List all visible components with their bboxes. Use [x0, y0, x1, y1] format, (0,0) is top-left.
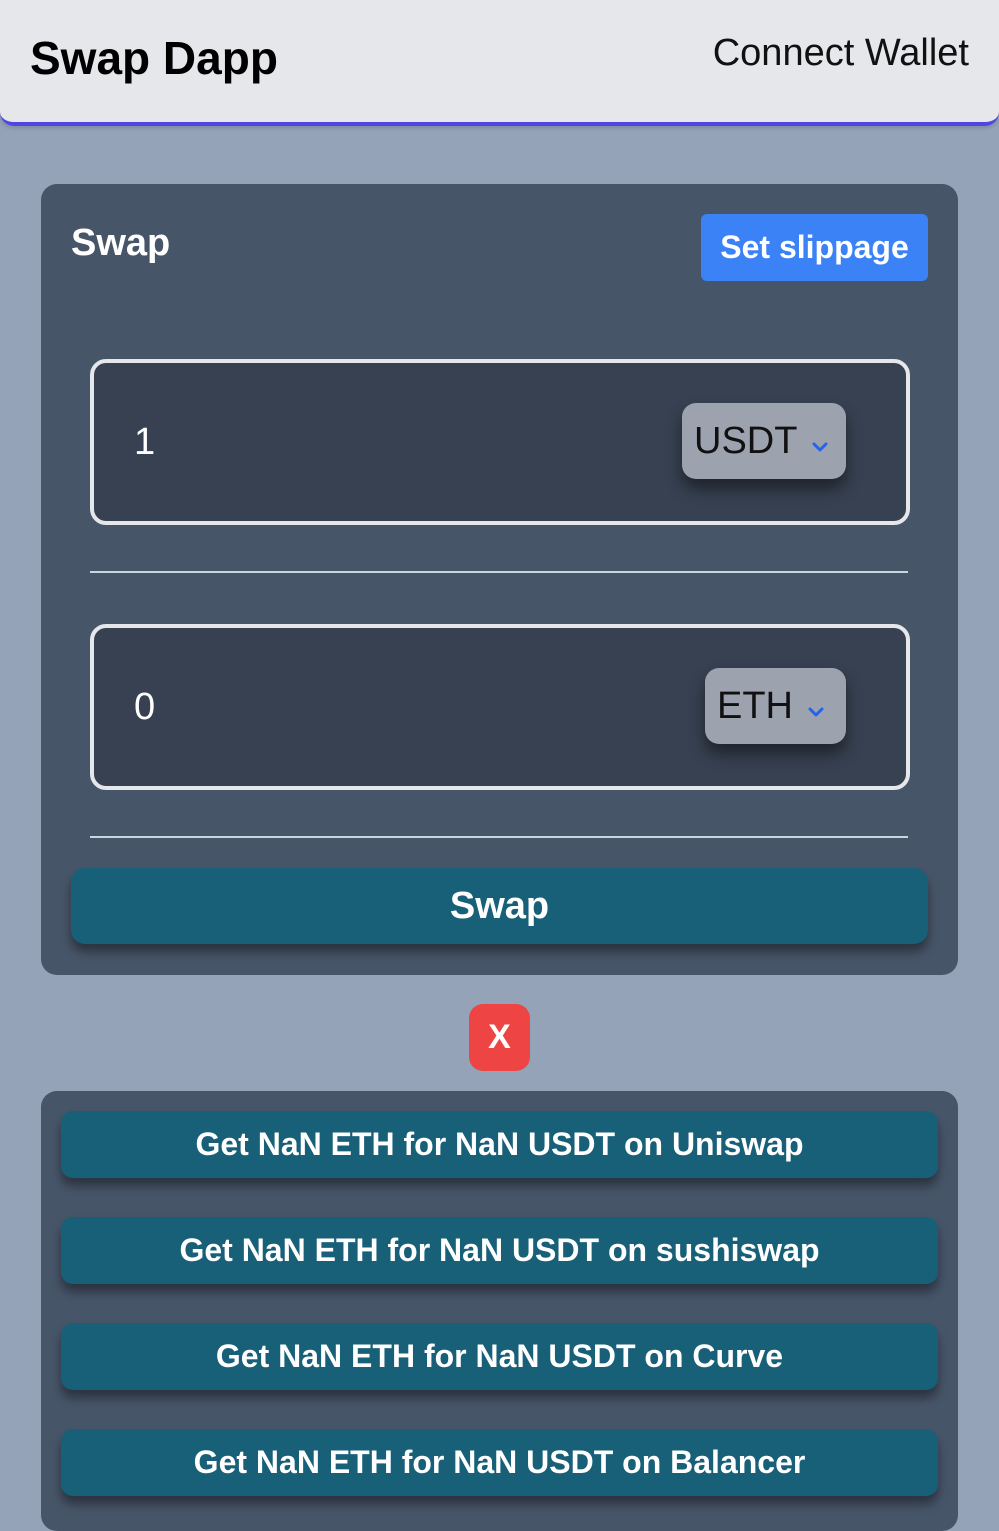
chevron-down-icon [807, 685, 825, 728]
app-title: Swap Dapp [30, 32, 278, 84]
quote-button-curve[interactable]: Get NaN ETH for NaN USDT on Curve [61, 1323, 938, 1390]
quote-button-balancer[interactable]: Get NaN ETH for NaN USDT on Balancer [61, 1429, 938, 1496]
to-token-label: ETH [717, 684, 793, 727]
swap-heading: Swap [71, 222, 171, 264]
from-token-label: USDT [694, 419, 798, 462]
quotes-card: Get NaN ETH for NaN USDT on Uniswap Get … [41, 1091, 958, 1531]
from-token-row: 1 USDT [90, 359, 910, 525]
set-slippage-button[interactable]: Set slippage [701, 214, 928, 281]
quote-button-sushiswap[interactable]: Get NaN ETH for NaN USDT on sushiswap [61, 1217, 938, 1284]
to-token-select[interactable]: ETH [705, 668, 846, 744]
swap-button[interactable]: Swap [71, 868, 928, 944]
swap-card: Swap Set slippage 1 USDT 0 ETH Swap [41, 184, 958, 975]
chevron-down-icon [811, 420, 829, 463]
from-amount-input[interactable]: 1 [134, 419, 155, 465]
from-token-select[interactable]: USDT [682, 403, 846, 479]
to-token-row: 0 ETH [90, 624, 910, 790]
divider [90, 571, 908, 573]
app-header: Swap Dapp Connect Wallet [0, 0, 999, 126]
divider [90, 836, 908, 838]
to-amount-input[interactable]: 0 [134, 684, 155, 730]
quote-button-uniswap[interactable]: Get NaN ETH for NaN USDT on Uniswap [61, 1111, 938, 1178]
close-button[interactable]: X [469, 1004, 530, 1071]
connect-wallet-button[interactable]: Connect Wallet [713, 30, 969, 76]
